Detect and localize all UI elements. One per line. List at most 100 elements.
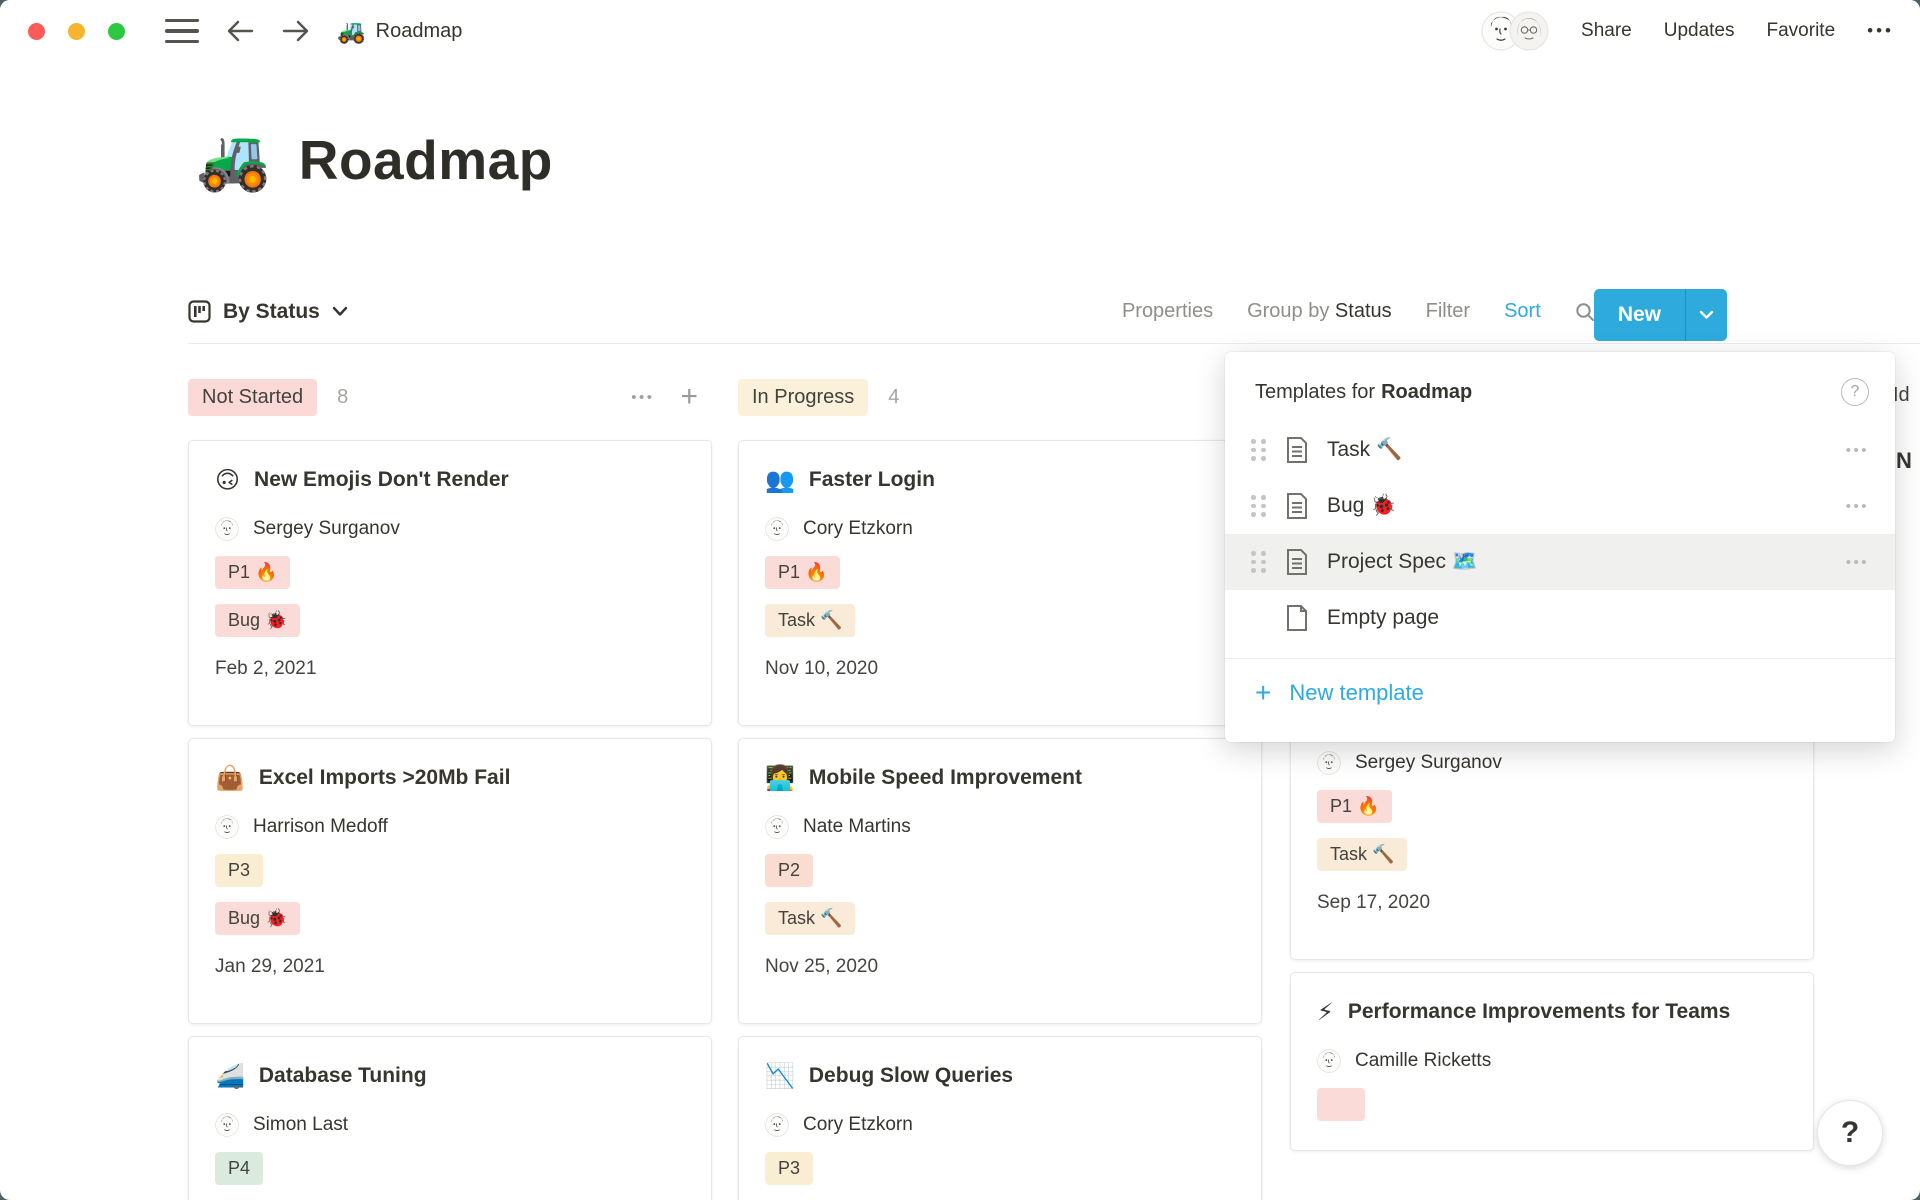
column-status-badge[interactable]: In Progress [738, 379, 868, 416]
board-card[interactable]: 🙃New Emojis Don't RenderSergey SurganovP… [188, 440, 712, 726]
card-tag-badge[interactable]: P2 [765, 854, 813, 887]
new-button-chevron-icon[interactable] [1686, 310, 1727, 320]
properties-button[interactable]: Properties [1122, 300, 1213, 323]
more-options-icon[interactable]: ••• [1867, 21, 1894, 41]
updates-button[interactable]: Updates [1664, 20, 1735, 42]
card-tag-badge[interactable]: Task 🔨 [1317, 838, 1407, 871]
card-title-row: 🚄Database Tuning [215, 1061, 685, 1091]
card-date: Jan 29, 2021 [215, 956, 685, 978]
share-button[interactable]: Share [1581, 20, 1632, 42]
close-window-button[interactable] [28, 23, 45, 40]
document-icon [1285, 548, 1309, 576]
card-title-row: 👜Excel Imports >20Mb Fail [215, 763, 685, 793]
card-title: Performance Improvements for Teams [1348, 997, 1730, 1027]
card-assignee: Sergey Surganov [1317, 751, 1787, 775]
card-tag-badge[interactable] [1317, 1088, 1365, 1121]
card-emoji-icon: 👥 [765, 465, 795, 495]
card-badge-row [1317, 1088, 1787, 1126]
card-date: Sep 17, 2020 [1317, 892, 1787, 914]
sort-button[interactable]: Sort [1504, 300, 1541, 323]
view-name: By Status [223, 300, 320, 324]
card-tag-badge[interactable]: P1 🔥 [1317, 790, 1392, 823]
card-title-row: ⚡Performance Improvements for Teams [1317, 997, 1787, 1027]
new-button[interactable]: New [1594, 289, 1727, 341]
group-by-button[interactable]: Group by Status [1247, 300, 1392, 323]
assignee-avatar [215, 1113, 239, 1137]
minimize-window-button[interactable] [68, 23, 85, 40]
card-tag-badge[interactable]: Bug 🐞 [215, 604, 300, 637]
card-tag-badge[interactable]: P3 [765, 1152, 813, 1185]
card-emoji-icon: 📉 [765, 1061, 795, 1091]
favorite-button[interactable]: Favorite [1767, 20, 1836, 42]
column-more-icon[interactable]: ••• [631, 389, 654, 406]
card-title: Mobile Speed Improvement [809, 763, 1082, 793]
filter-button[interactable]: Filter [1426, 300, 1470, 323]
chevron-down-icon [332, 306, 348, 317]
board-card[interactable]: 🚄Database Tuning Simon Last P4 [188, 1036, 712, 1200]
card-title-row: 👥Faster Login [765, 465, 1235, 495]
column-actions: ••• + [631, 382, 698, 412]
template-item-project-spec[interactable]: Project Spec 🗺️••• [1225, 534, 1895, 590]
column-add-card-icon[interactable]: + [680, 382, 698, 412]
page-icon[interactable]: 🚜 [196, 130, 271, 190]
sidebar-menu-icon[interactable] [165, 19, 199, 43]
card-tag-badge[interactable]: Task 🔨 [765, 902, 855, 935]
card-tag-badge[interactable]: P4 [215, 1152, 263, 1185]
template-more-icon[interactable]: ••• [1846, 554, 1869, 571]
board-card[interactable]: 📉Debug Slow QueriesCory EtzkornP3 [738, 1036, 1262, 1200]
card-badge-row: Bug 🐞 [215, 902, 685, 935]
assignee-name: Cory Etzkorn [803, 1114, 913, 1136]
view-switcher[interactable]: By Status [188, 300, 348, 324]
collaborator-avatars[interactable] [1481, 11, 1549, 51]
card-tag-badge[interactable]: P3 [215, 854, 263, 887]
template-item-empty-page[interactable]: Empty page [1225, 590, 1895, 646]
document-icon [1285, 436, 1309, 464]
zoom-window-button[interactable] [108, 23, 125, 40]
template-label: Empty page [1327, 606, 1439, 630]
template-item-bug[interactable]: Bug 🐞••• [1225, 478, 1895, 534]
board-card[interactable]: 👜Excel Imports >20Mb FailHarrison Medoff… [188, 738, 712, 1024]
column-card-count: 8 [337, 386, 348, 409]
breadcrumb[interactable]: 🚜 Roadmap [337, 18, 462, 45]
column-status-badge[interactable]: Not Started [188, 379, 317, 416]
templates-popup-title-target: Roadmap [1381, 381, 1472, 404]
card-tag-badge[interactable]: Bug 🐞 [215, 902, 300, 935]
forward-button[interactable] [281, 16, 311, 46]
card-tag-badge[interactable]: Task 🔨 [765, 604, 855, 637]
board-column: Not Started8•••+🙃New Emojis Don't Render… [188, 376, 712, 1200]
card-tag-badge[interactable]: P1 🔥 [765, 556, 840, 589]
new-template-button[interactable]: + New template [1225, 659, 1895, 727]
assignee-avatar [765, 1113, 789, 1137]
assignee-name: Simon Last [253, 1114, 348, 1136]
new-button-label[interactable]: New [1594, 303, 1685, 327]
card-emoji-icon: 🚄 [215, 1061, 245, 1091]
assignee-avatar [765, 815, 789, 839]
drag-handle-icon[interactable] [1251, 439, 1267, 461]
template-more-icon[interactable]: ••• [1846, 498, 1869, 515]
card-badge-row: P1 🔥 [215, 556, 685, 589]
templates-help-icon[interactable]: ? [1841, 378, 1869, 406]
board-card[interactable]: 👩‍💻Mobile Speed ImprovementNate MartinsP… [738, 738, 1262, 1024]
card-assignee: Sergey Surganov [215, 517, 685, 541]
card-emoji-icon: 👩‍💻 [765, 763, 795, 793]
board-card[interactable]: 👥Faster LoginCory EtzkornP1 🔥Task 🔨Nov 1… [738, 440, 1262, 726]
templates-popup-title: Templates for [1255, 381, 1375, 404]
partial-column-header: Id [1893, 384, 1910, 407]
group-by-label: Group by [1247, 300, 1329, 322]
template-more-icon[interactable]: ••• [1846, 442, 1869, 459]
search-icon [1575, 302, 1595, 322]
column-card-count: 4 [888, 386, 899, 409]
assignee-avatar [1317, 751, 1341, 775]
group-by-value: Status [1335, 300, 1392, 322]
help-button[interactable]: ? [1817, 1100, 1883, 1166]
card-assignee: Simon Last [215, 1113, 685, 1137]
drag-handle-icon[interactable] [1251, 551, 1267, 573]
card-title: New Emojis Don't Render [254, 465, 509, 495]
card-tag-badge[interactable]: P1 🔥 [215, 556, 290, 589]
back-button[interactable] [225, 16, 255, 46]
template-item-task[interactable]: Task 🔨••• [1225, 422, 1895, 478]
empty-page-icon [1285, 604, 1309, 632]
app-window: 🚜 Roadmap Share Update [0, 0, 1920, 1200]
drag-handle-icon[interactable] [1251, 495, 1267, 517]
board-card[interactable]: ⚡Performance Improvements for TeamsCamil… [1290, 972, 1814, 1151]
